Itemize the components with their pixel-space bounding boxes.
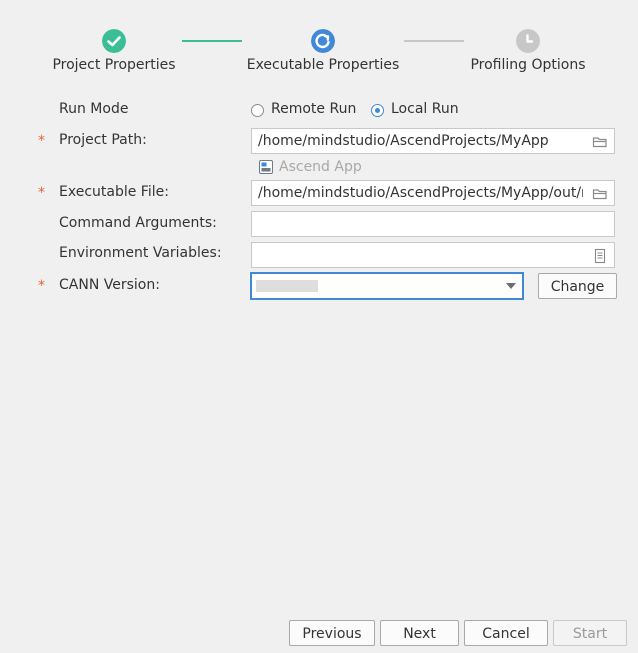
cann-version-select[interactable] — [250, 272, 524, 300]
project-path-field[interactable]: /home/mindstudio/AscendProjects/MyApp — [251, 128, 615, 154]
dropdown-arrow-icon[interactable] — [506, 283, 516, 289]
step-label-executable-properties: Executable Properties — [246, 57, 400, 73]
step-connector — [404, 40, 464, 42]
project-path-value: /home/mindstudio/AscendProjects/MyApp — [258, 133, 549, 149]
project-path-label: Project Path: — [59, 132, 147, 148]
radio-button[interactable] — [251, 104, 264, 117]
start-button[interactable]: Start — [553, 620, 627, 646]
executable-file-label: Executable File: — [59, 184, 169, 200]
step-label-project-properties: Project Properties — [52, 57, 176, 73]
required-mark: * — [38, 185, 45, 201]
next-button[interactable]: Next — [380, 620, 459, 646]
run-mode-label: Run Mode — [59, 101, 129, 117]
cann-version-label: CANN Version: — [59, 277, 160, 293]
command-arguments-input[interactable] — [251, 211, 615, 237]
document-icon[interactable] — [592, 248, 608, 264]
previous-button[interactable]: Previous — [289, 620, 375, 646]
folder-icon[interactable] — [592, 186, 608, 202]
folder-icon[interactable] — [592, 134, 608, 150]
environment-variables-field[interactable] — [251, 242, 615, 268]
required-mark: * — [38, 278, 45, 294]
command-arguments-label: Command Arguments: — [59, 215, 217, 231]
cann-version-value-redacted — [256, 280, 318, 292]
executable-file-value: /home/mindstudio/AscendProjects/MyApp/ou… — [258, 185, 583, 201]
change-button[interactable]: Change — [538, 273, 617, 299]
executable-file-field[interactable]: /home/mindstudio/AscendProjects/MyApp/ou… — [251, 180, 615, 206]
cancel-button[interactable]: Cancel — [464, 620, 548, 646]
radio-label: Remote Run — [271, 101, 357, 117]
ascend-app-label: Ascend App — [279, 159, 362, 175]
required-mark: * — [38, 133, 45, 149]
step-connector — [182, 40, 242, 42]
check-icon — [102, 29, 126, 53]
radio-label: Local Run — [391, 101, 459, 117]
environment-variables-label: Environment Variables: — [59, 245, 222, 261]
clock-icon — [516, 29, 540, 53]
refresh-icon — [311, 29, 335, 53]
step-label-profiling-options: Profiling Options — [470, 57, 586, 73]
ascend-app-icon — [259, 160, 273, 174]
radio-button[interactable] — [371, 104, 384, 117]
